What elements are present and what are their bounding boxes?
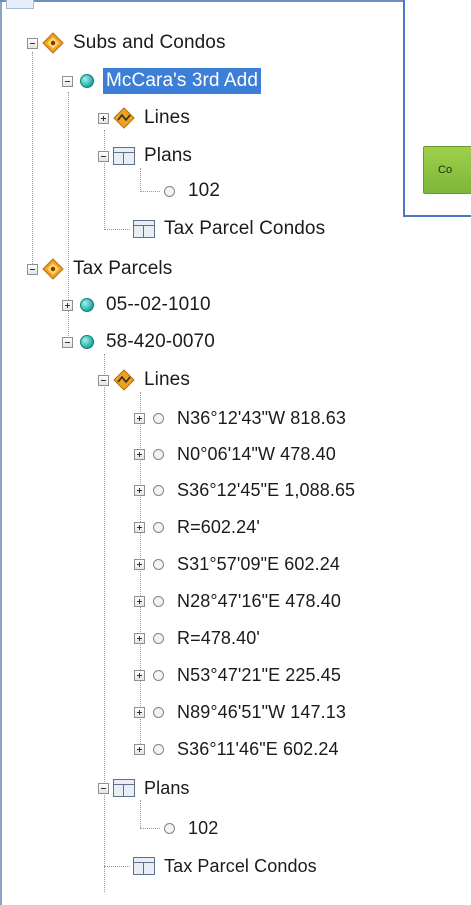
tree-node-parcel-05-02-1010[interactable]: 05--02-1010 — [62, 292, 211, 318]
tree-node-line-item[interactable]: N28°47'16"E 478.40 — [134, 588, 341, 614]
table-icon — [113, 779, 135, 797]
expand-icon[interactable] — [98, 112, 109, 124]
feature-dataset-icon — [42, 258, 64, 280]
tree-node-plan-102[interactable]: 102 — [160, 178, 220, 204]
tree-node-parcel-58-420-0070[interactable]: 58-420-0070 — [62, 329, 215, 355]
tree-node-label-selected: McCara's 3rd Add — [103, 68, 262, 94]
record-icon — [153, 558, 164, 570]
tree-guide — [104, 866, 130, 867]
tree-guide — [32, 52, 33, 268]
tree-node-tax-parcel-condos[interactable]: Tax Parcel Condos — [133, 853, 317, 879]
parcel-record-icon — [80, 298, 94, 312]
record-icon — [153, 595, 164, 607]
tree-node-label: 05--02-1010 — [106, 294, 211, 315]
tree-node-label: Plans — [144, 778, 190, 798]
expand-icon[interactable] — [62, 299, 73, 311]
expand-icon[interactable] — [134, 558, 145, 570]
table-icon — [133, 220, 155, 238]
record-icon — [153, 669, 164, 681]
tree-node-line-item[interactable]: S36°11'46"E 602.24 — [134, 736, 339, 762]
expand-icon[interactable] — [134, 743, 145, 755]
tree-node-label: Subs and Condos — [73, 32, 226, 53]
parcel-record-icon — [80, 335, 94, 349]
collapse-icon[interactable] — [27, 263, 38, 275]
tree-guide — [104, 354, 105, 892]
record-icon — [153, 412, 164, 424]
tree-guide — [140, 191, 160, 192]
record-icon — [164, 822, 175, 834]
tree-node-line-item[interactable]: N89°46'51"W 147.13 — [134, 699, 346, 725]
tree-node-tax-parcels[interactable]: Tax Parcels — [27, 256, 172, 282]
tree-node-line-item[interactable]: N53°47'21"E 225.45 — [134, 662, 341, 688]
tree-node-lines[interactable]: Lines — [98, 105, 190, 131]
collapse-icon[interactable] — [98, 782, 109, 794]
expand-icon[interactable] — [134, 412, 145, 424]
collapse-icon[interactable] — [98, 150, 109, 162]
tree-node-label: N28°47'16"E 478.40 — [177, 591, 341, 611]
tree-node-plans[interactable]: Plans — [98, 775, 190, 801]
tree-node-line-item[interactable]: R=602.24' — [134, 514, 260, 540]
tree-node-label: S36°12'45"E 1,088.65 — [177, 480, 356, 500]
tree-node-subs-and-condos[interactable]: Subs and Condos — [27, 30, 226, 56]
co-button[interactable]: Co — [423, 146, 471, 194]
tree-node-plans[interactable]: Plans — [98, 143, 192, 169]
tree-guide — [140, 800, 141, 828]
tree-node-mccaras-3rd-add[interactable]: McCara's 3rd Add — [62, 68, 262, 94]
expand-icon[interactable] — [134, 595, 145, 607]
tree-guide — [140, 828, 160, 829]
tree-node-label: 102 — [188, 180, 221, 201]
tree-node-line-item[interactable]: S36°12'45"E 1,088.65 — [134, 477, 355, 503]
expand-icon[interactable] — [134, 484, 145, 496]
overlay-dialog: Co — [403, 0, 471, 217]
feature-dataset-icon — [42, 32, 64, 54]
collapse-icon[interactable] — [62, 336, 73, 348]
tree-node-label: 58-420-0070 — [106, 331, 215, 352]
tree-node-label: R=602.24' — [177, 517, 260, 537]
tree-node-label: 102 — [188, 818, 219, 838]
tree-node-label: S31°57'09"E 602.24 — [177, 554, 340, 574]
lines-icon — [113, 107, 135, 129]
expand-icon[interactable] — [134, 669, 145, 681]
table-icon — [133, 857, 155, 875]
record-icon — [164, 185, 175, 197]
tree-node-label: Tax Parcel Condos — [164, 856, 317, 876]
expand-icon[interactable] — [134, 448, 145, 460]
record-icon — [153, 706, 164, 718]
expand-icon[interactable] — [134, 706, 145, 718]
collapse-icon[interactable] — [27, 37, 38, 49]
record-icon — [153, 632, 164, 644]
tree-node-label: N36°12'43"W 818.63 — [177, 408, 346, 428]
parcel-record-icon — [80, 74, 94, 88]
expand-icon[interactable] — [134, 632, 145, 644]
tree-node-label: Lines — [144, 369, 190, 390]
record-icon — [153, 521, 164, 533]
tree-node-plan-102[interactable]: 102 — [160, 815, 218, 841]
layer-tree: Subs and Condos McCara's 3rd Add Lines P… — [0, 0, 403, 905]
tree-node-line-item[interactable]: N0°06'14"W 478.40 — [134, 441, 336, 467]
tree-node-label: N0°06'14"W 478.40 — [177, 444, 336, 464]
lines-icon — [113, 369, 135, 391]
tree-guide — [104, 229, 130, 230]
record-icon — [153, 484, 164, 496]
tree-guide — [140, 168, 141, 190]
table-icon — [113, 147, 135, 165]
tree-node-label: N89°46'51"W 147.13 — [177, 702, 346, 722]
record-icon — [153, 448, 164, 460]
expand-icon[interactable] — [134, 521, 145, 533]
tree-node-line-item[interactable]: S31°57'09"E 602.24 — [134, 551, 340, 577]
tree-node-label: Plans — [144, 145, 193, 166]
tree-node-label: N53°47'21"E 225.45 — [177, 665, 341, 685]
tree-node-line-item[interactable]: N36°12'43"W 818.63 — [134, 405, 346, 431]
tree-node-lines[interactable]: Lines — [98, 367, 190, 393]
record-icon — [153, 743, 164, 755]
collapse-icon[interactable] — [98, 374, 109, 386]
collapse-icon[interactable] — [62, 75, 73, 87]
tree-node-label: Lines — [144, 107, 190, 128]
tree-node-label: Tax Parcel Condos — [164, 218, 326, 239]
tree-node-label: R=478.40' — [177, 628, 260, 648]
tree-node-label: Tax Parcels — [73, 258, 173, 279]
tree-node-label: S36°11'46"E 602.24 — [177, 739, 339, 759]
tree-node-line-item[interactable]: R=478.40' — [134, 625, 260, 651]
tree-node-tax-parcel-condos[interactable]: Tax Parcel Condos — [133, 216, 325, 242]
